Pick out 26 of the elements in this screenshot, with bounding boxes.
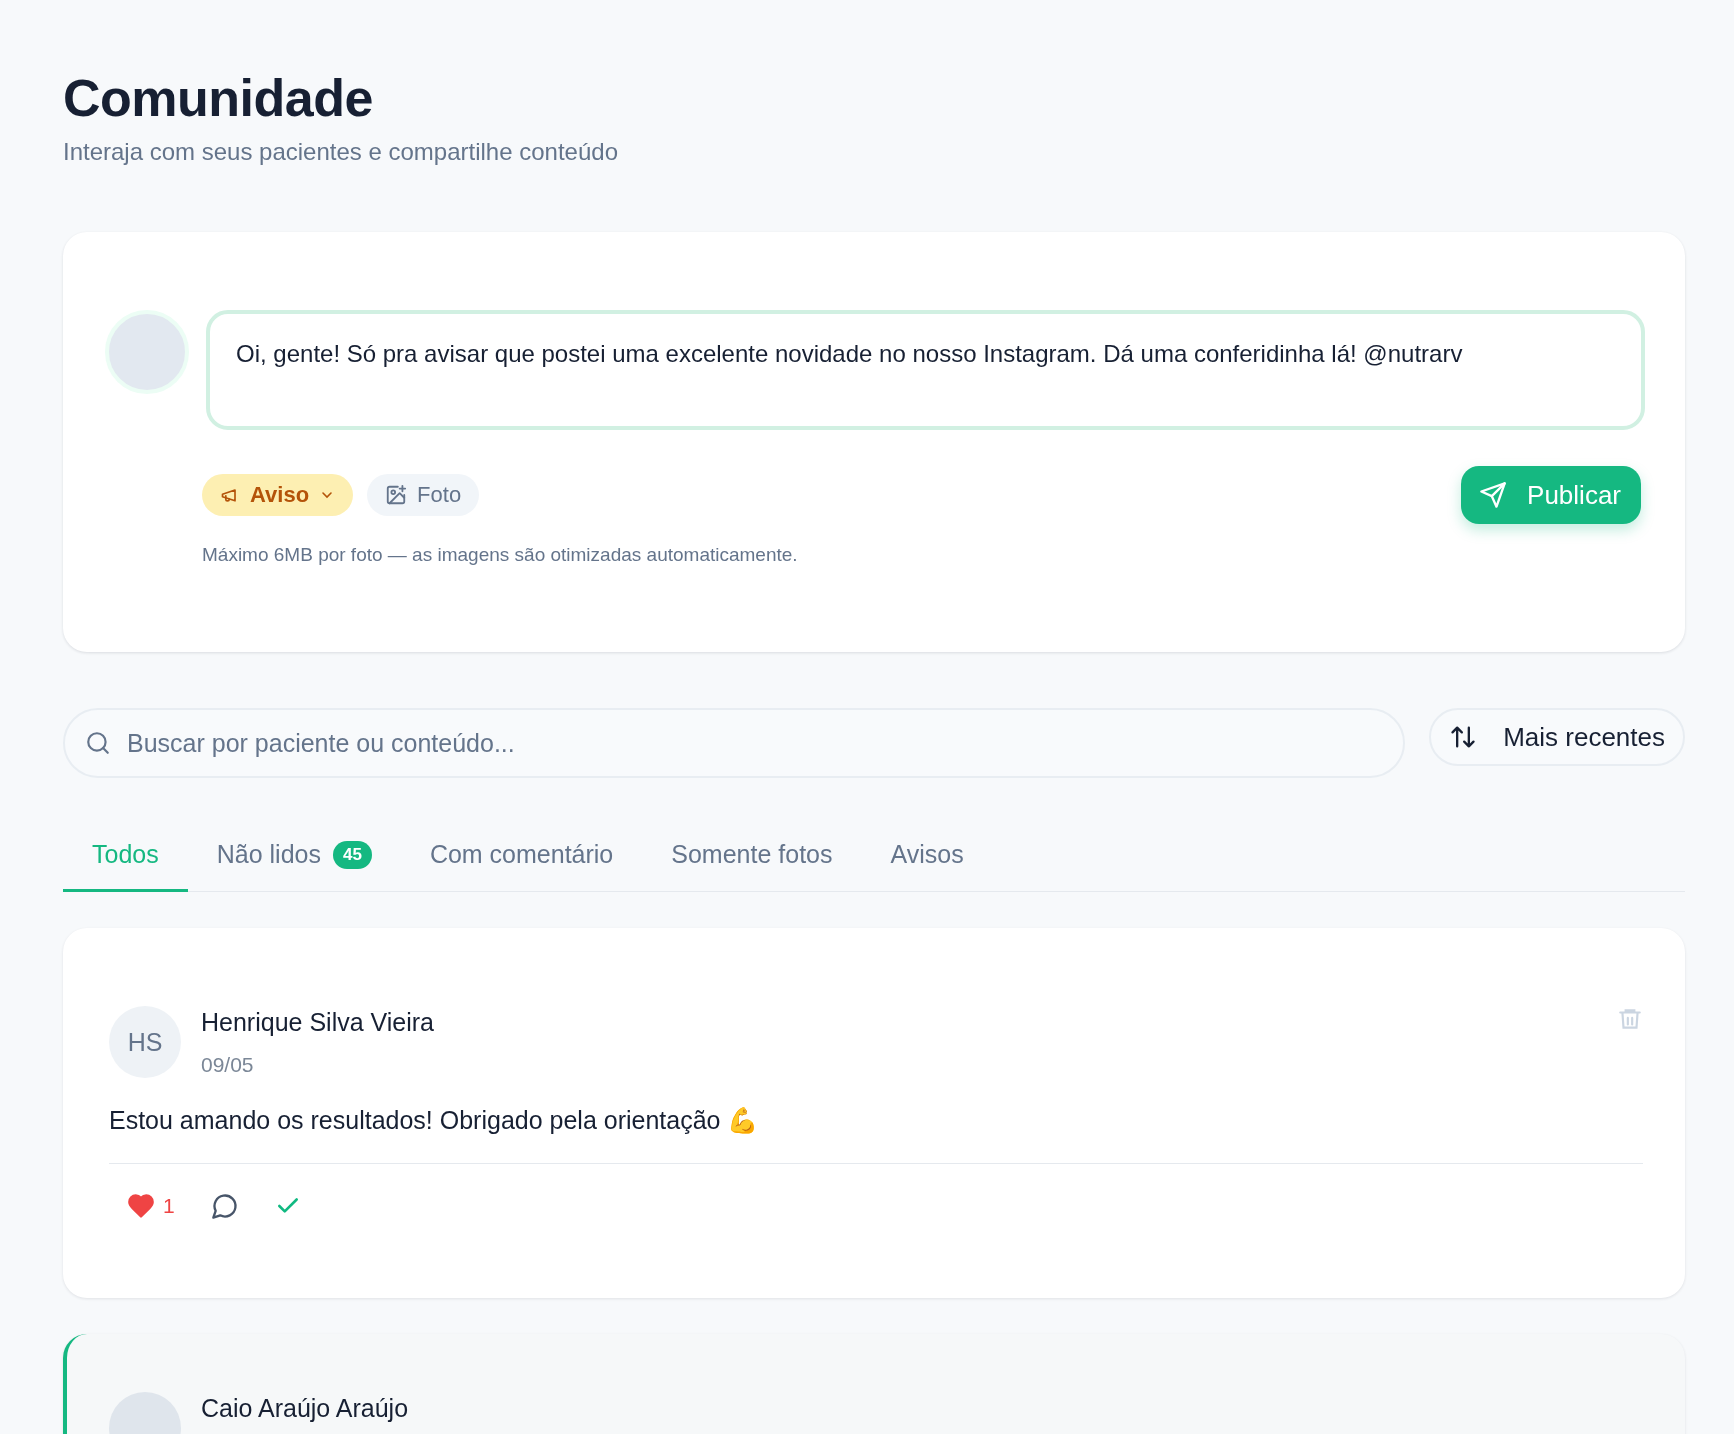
page-title: Comunidade — [63, 68, 374, 128]
photo-button[interactable]: Foto — [367, 474, 480, 516]
avatar: HS — [109, 1006, 181, 1078]
post-text: Estou amando os resultados! Obrigado pela orientação 💪 — [109, 1106, 760, 1135]
publish-button[interactable]: Publicar — [1461, 466, 1641, 524]
filter-tab[interactable]: Avisos — [861, 824, 993, 892]
post-type-dropdown[interactable]: Aviso — [202, 474, 354, 516]
search-icon — [85, 730, 111, 756]
filter-tab[interactable]: Somente fotos — [642, 824, 862, 892]
post-date: 09/05 — [201, 1053, 255, 1077]
post-input-field[interactable]: Oi, gente! Só pra avisar que postei uma excelente novidade no nosso Instagram. Dá uma conferidinha lá! @nutrarv — [206, 310, 1645, 430]
author-name: Caio Araújo Araújo — [201, 1394, 410, 1423]
count-badge: 45 — [332, 840, 372, 869]
like-count: 1 — [163, 1194, 175, 1218]
filter-tab[interactable]: Não lidos 45 — [187, 824, 401, 892]
heart-icon[interactable] — [127, 1192, 155, 1220]
comment-icon[interactable] — [210, 1192, 239, 1220]
send-icon — [1479, 481, 1508, 509]
upload-hint: Máximo 6MB por foto — as imagens são otimizadas automaticamente. — [202, 544, 799, 566]
sort-button[interactable]: Mais recentes — [1429, 708, 1685, 766]
page-subtitle: Interaja com seus pacientes e compartilhe conteúdo — [63, 138, 619, 166]
image-plus-icon — [385, 484, 408, 506]
filter-tab[interactable]: Com comentário — [400, 824, 643, 892]
author-name: Henrique Silva Vieira — [201, 1008, 435, 1037]
search-field[interactable]: Buscar por paciente ou conteúdo... — [63, 708, 1406, 778]
filter-tab[interactable]: Todos — [63, 824, 188, 892]
